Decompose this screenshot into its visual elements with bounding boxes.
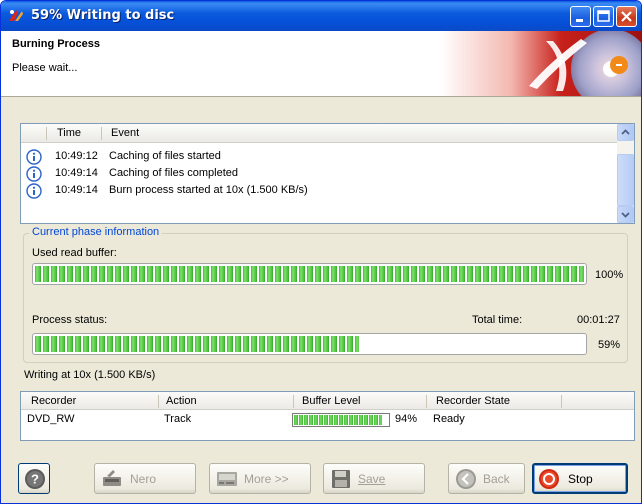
log-scrollbar[interactable]	[617, 124, 634, 223]
help-icon: ?	[25, 469, 45, 489]
minimize-button[interactable]	[570, 6, 591, 27]
recorder-buffer-percent: 94%	[395, 413, 418, 425]
stop-button-label: Stop	[568, 472, 593, 486]
scroll-thumb[interactable]	[617, 154, 634, 206]
maximize-button[interactable]	[593, 6, 614, 27]
floppy-disk-icon	[332, 470, 350, 488]
nero-app-icon	[9, 10, 23, 21]
chevron-down-icon	[621, 212, 630, 218]
recorder-buffer-fill	[294, 415, 383, 425]
process-status-progress	[32, 333, 587, 355]
stop-button[interactable]: Stop	[532, 463, 628, 494]
scroll-down-button[interactable]	[617, 206, 634, 223]
stop-icon	[539, 469, 559, 489]
back-button-label: Back	[483, 472, 510, 486]
phase-group-legend: Current phase information	[29, 226, 163, 238]
info-icon	[26, 166, 42, 182]
event-log[interactable]: Time Event 10:49:12 Caching of files sta…	[20, 123, 635, 224]
log-column-time[interactable]: Time	[57, 127, 81, 139]
minimize-icon	[576, 19, 583, 22]
button-bar: ? Nero More >> Save Back Stop	[1, 453, 641, 503]
recorder-state: Ready	[433, 413, 465, 425]
recorder-column-buffer[interactable]: Buffer Level	[302, 395, 361, 407]
log-time: 10:49:14	[55, 167, 98, 179]
nero-burner-icon	[103, 470, 121, 486]
log-time: 10:49:12	[55, 150, 98, 162]
log-row[interactable]: 10:49:14 Caching of files completed	[21, 165, 618, 182]
read-buffer-fill	[35, 266, 584, 282]
log-column-event[interactable]: Event	[111, 127, 139, 139]
log-row[interactable]: 10:49:14 Burn process started at 10x (1.…	[21, 182, 618, 199]
back-arrow-icon	[456, 469, 476, 489]
nero-button[interactable]: Nero	[94, 463, 196, 494]
info-icon	[26, 149, 42, 165]
read-buffer-label: Used read buffer:	[32, 247, 117, 259]
writing-speed-text: Writing at 10x (1.500 KB/s)	[24, 369, 156, 381]
more-options-icon	[217, 472, 237, 486]
more-button-label: More >>	[244, 472, 289, 486]
recorder-list[interactable]: Recorder Action Buffer Level Recorder St…	[20, 391, 635, 441]
page-subtitle: Please wait...	[12, 62, 78, 74]
total-time-label: Total time:	[472, 314, 523, 326]
total-time-value: 00:01:27	[577, 314, 620, 326]
column-separator	[101, 127, 102, 140]
burn-window: 59% Writing to disc Burning Process Plea…	[0, 0, 642, 504]
close-button[interactable]	[616, 6, 637, 27]
read-buffer-progress	[32, 263, 587, 285]
column-separator	[293, 395, 294, 408]
log-header: Time Event	[21, 124, 618, 143]
read-buffer-percent: 100%	[595, 269, 624, 281]
recorder-name: DVD_RW	[27, 413, 75, 425]
column-separator	[158, 395, 159, 408]
chevron-up-icon	[621, 129, 630, 135]
nero-button-label: Nero	[130, 472, 157, 486]
help-glyph: ?	[31, 472, 39, 487]
recorder-column-state[interactable]: Recorder State	[436, 395, 510, 407]
column-separator	[426, 395, 427, 408]
info-icon	[26, 183, 42, 199]
process-status-percent: 59%	[598, 339, 621, 351]
title-bar[interactable]: 59% Writing to disc	[1, 1, 641, 31]
recorder-buffer-bar	[292, 413, 390, 427]
maximize-icon	[597, 10, 610, 22]
column-separator	[561, 395, 562, 408]
close-icon	[621, 11, 632, 22]
process-status-fill	[35, 336, 359, 352]
recorder-list-header: Recorder Action Buffer Level Recorder St…	[21, 392, 634, 410]
wizard-header: Burning Process Please wait...	[1, 31, 641, 97]
log-event: Caching of files started	[109, 150, 221, 162]
nero-logo	[441, 31, 641, 96]
log-event: Caching of files completed	[109, 167, 239, 179]
recorder-column-recorder[interactable]: Recorder	[31, 395, 76, 407]
help-button[interactable]: ?	[18, 463, 50, 494]
recorder-column-action[interactable]: Action	[166, 395, 197, 407]
recorder-action: Track	[164, 413, 192, 425]
column-separator	[46, 127, 47, 140]
scroll-up-button[interactable]	[617, 124, 634, 141]
process-status-label: Process status:	[32, 314, 108, 326]
log-row[interactable]: 10:49:12 Caching of files started	[21, 148, 618, 165]
page-title: Burning Process	[12, 38, 101, 50]
back-button[interactable]: Back	[448, 463, 525, 494]
log-time: 10:49:14	[55, 184, 98, 196]
save-button-label: Save	[358, 472, 386, 486]
save-button[interactable]: Save	[323, 463, 425, 494]
more-button[interactable]: More >>	[209, 463, 311, 494]
log-event: Burn process started at 10x (1.500 KB/s)	[109, 184, 308, 196]
window-title: 59% Writing to disc	[31, 8, 175, 23]
